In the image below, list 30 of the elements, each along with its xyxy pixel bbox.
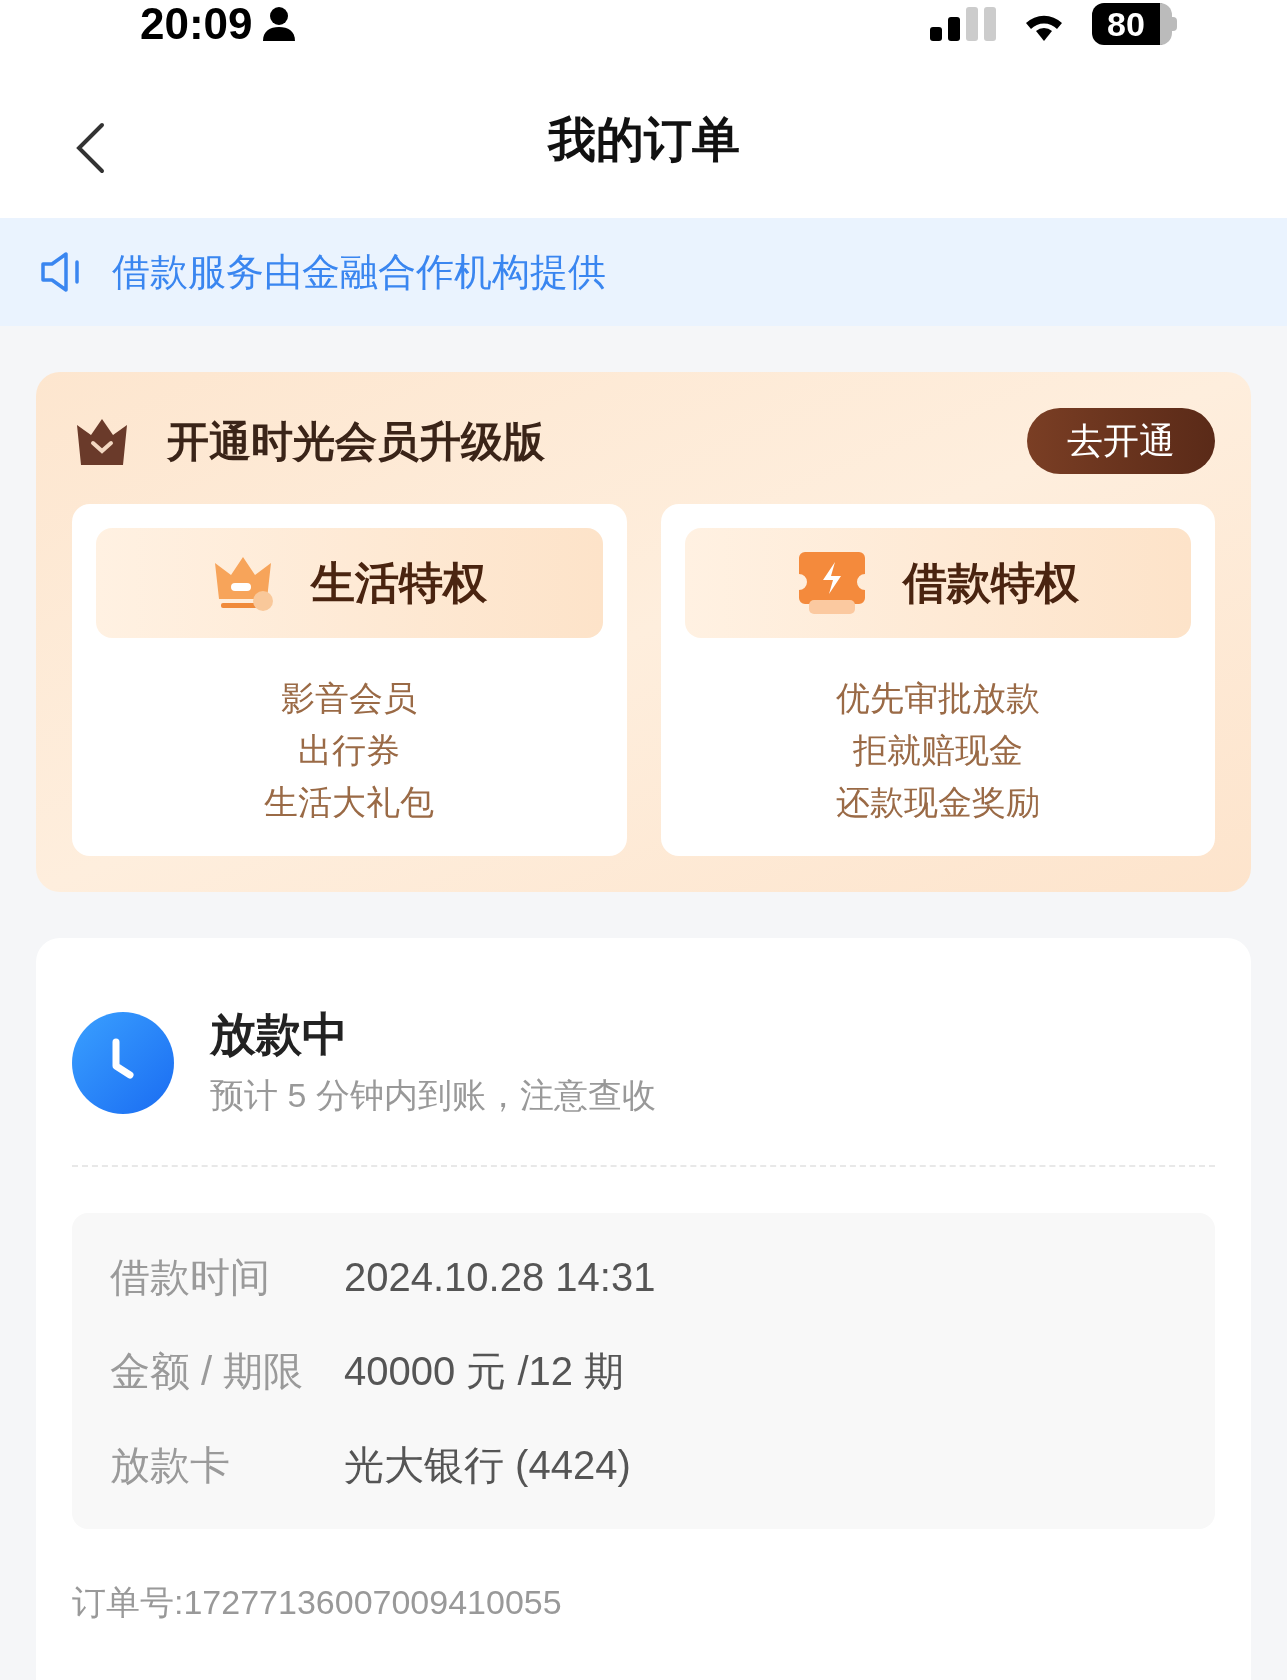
privilege-item: 生活大礼包 [264,782,435,823]
signal-icon [930,7,996,41]
membership-title: 开通时光会员升级版 [167,416,545,467]
page-title: 我的订单 [547,112,740,168]
privilege-card[interactable]: 生活特权 影音会员 出行券 生活大礼包 [72,504,627,856]
detail-label: 放款卡 [110,1441,231,1489]
crown-icon [75,417,129,465]
privilege-item: 影音会员 [281,678,418,719]
detail-value: 光大银行 (4424) [344,1441,631,1489]
privilege-title: 生活特权 [311,557,488,609]
order-status: 放款中 [210,1007,349,1062]
privilege-item: 出行券 [298,730,401,771]
status-time: 20:09 [140,2,253,46]
privilege-title: 借款特权 [902,557,1079,609]
ticket-icon [796,550,867,616]
privilege-item: 还款现金奖励 [835,782,1040,823]
notice-text: 借款服务由金融合作机构提供 [112,249,606,295]
order-number: 订单号:17277136007009410055 [72,1581,563,1623]
privilege-item: 拒就赔现金 [852,730,1023,771]
detail-label: 金额 / 期限 [110,1347,305,1395]
order-status-subtitle: 预计 5 分钟内到账，注意查收 [210,1074,656,1116]
back-icon [75,122,105,174]
detail-value: 2024.10.28 14:31 [344,1253,656,1301]
clock-icon [72,1012,174,1115]
activate-button[interactable]: 去开通 [1027,408,1215,474]
privilege-card[interactable]: 借款特权 优先审批放款 拒就赔现金 还款现金奖励 [660,504,1215,856]
privilege-item: 优先审批放款 [835,678,1040,719]
detail-value: 40000 元 /12 期 [344,1347,625,1395]
person-icon [260,7,297,41]
detail-label: 借款时间 [110,1253,271,1301]
